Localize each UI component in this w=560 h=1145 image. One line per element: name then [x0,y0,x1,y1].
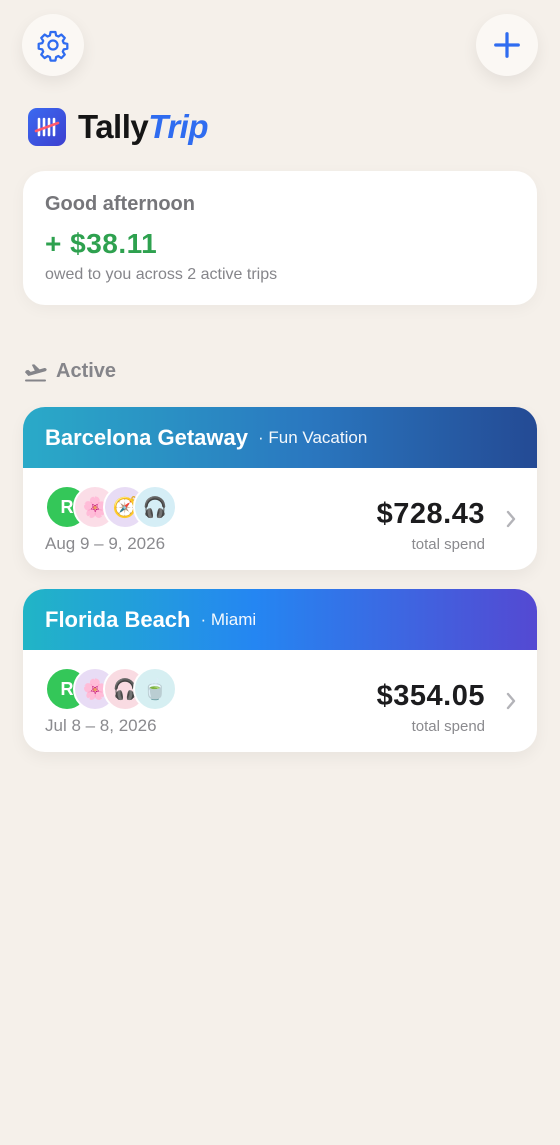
trip-subtitle: · Fun Vacation [257,427,368,447]
trip-total: $354.05 [376,680,485,712]
balance-summary-card: Good afternoon + $38.11 owed to you acro… [23,171,537,305]
trip-card[interactable]: Barcelona Getaway · Fun Vacation R 🌸 🧭 🎧… [23,407,537,570]
tally-logo-icon [28,108,66,146]
airplane-departure-icon [25,363,47,381]
trip-total-label: total spend [411,536,485,553]
trip-total: $728.43 [376,498,485,530]
app-name-trip: Trip [148,108,208,145]
app-name-tally: Tally [78,108,149,145]
gear-icon [37,30,69,62]
trip-name: Barcelona Getaway [45,424,248,450]
app-logo: TallyTrip [28,108,208,146]
owed-subtitle: owed to you across 2 active trips [45,266,278,283]
section-label: Active [56,360,117,382]
trip-header: Florida Beach · Miami [23,589,537,650]
trip-header: Barcelona Getaway · Fun Vacation [23,407,537,468]
trip-name: Florida Beach [45,606,191,632]
plus-icon [494,32,520,58]
trip-dates: Aug 9 – 9, 2026 [45,534,166,553]
owed-amount: + $38.11 [45,228,158,259]
chevron-right-icon [506,510,516,528]
settings-button[interactable] [22,14,84,76]
greeting: Good afternoon [45,193,195,215]
section-header-active: Active [24,360,116,383]
trip-subtitle: · Miami [200,609,257,629]
trip-card[interactable]: Florida Beach · Miami R 🌸 🎧 🍵 Jul 8 – 8,… [23,589,537,752]
trip-dates: Jul 8 – 8, 2026 [45,716,157,735]
avatar: 🎧 [133,485,177,529]
chevron-right-icon [506,692,516,710]
trip-total-label: total spend [411,718,485,735]
app-name: TallyTrip [78,108,208,146]
avatar: 🍵 [133,667,177,711]
add-trip-button[interactable] [476,14,538,76]
